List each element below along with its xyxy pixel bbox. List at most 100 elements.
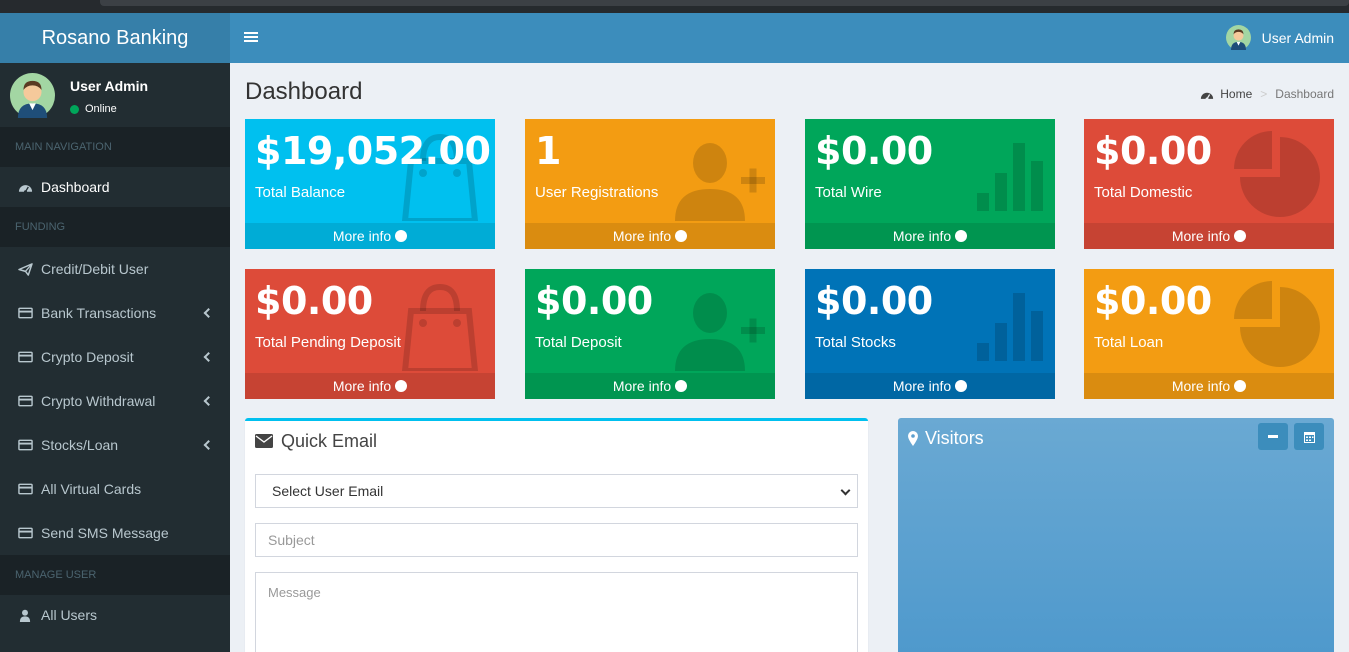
visitors-header: Visitors [908, 428, 984, 449]
sidebar-item-crypto-withdrawal[interactable]: Crypto Withdrawal [0, 379, 230, 423]
sidebar-item-label: Bank Transactions [41, 305, 157, 321]
credit-card-icon [17, 482, 33, 496]
sidebar-item-bank-transactions[interactable]: Bank Transactions [0, 291, 230, 335]
stat-label: Total Domestic [1094, 184, 1193, 201]
breadcrumb: Home > Dashboard [1200, 87, 1334, 101]
date-range-button[interactable] [1294, 423, 1324, 450]
map-marker-icon [908, 431, 918, 446]
more-info-label: More info [332, 378, 392, 394]
stat-box-total-domestic: $0.00 Total Domestic More info [1084, 119, 1334, 249]
more-info-label: More info [332, 228, 392, 244]
stat-value: 1 [535, 129, 561, 173]
stat-value: $0.00 [255, 279, 373, 323]
bar-chart-icon [977, 143, 1043, 211]
top-navbar: User Admin [230, 13, 1349, 63]
sidebar-item-all-virtual-cards[interactable]: All Virtual Cards [0, 467, 230, 511]
arrow-circle-right-icon [955, 380, 968, 392]
stat-box-total-wire: $0.00 Total Wire More info [805, 119, 1055, 249]
visitors-title: Visitors [925, 428, 984, 448]
stat-box-total-stocks: $0.00 Total Stocks More info [805, 269, 1055, 399]
stat-box-total-balance: $19,052.00 Total Balance More info [245, 119, 495, 249]
sidebar-item-label: Dashboard [41, 179, 110, 195]
more-info-link[interactable]: More info [245, 223, 495, 249]
online-status: Online [70, 103, 117, 115]
chevron-left-icon [203, 352, 214, 362]
section-header-main: MAIN NAVIGATION [0, 127, 230, 167]
calendar-icon [1303, 431, 1315, 443]
stat-box-total-loan: $0.00 Total Loan More info [1084, 269, 1334, 399]
more-info-link[interactable]: More info [805, 373, 1055, 399]
pie-chart-icon [1234, 281, 1320, 367]
dashboard-icon [1201, 92, 1214, 100]
sidebar-item-crypto-deposit[interactable]: Crypto Deposit [0, 335, 230, 379]
user-email-select[interactable]: Select User Email [255, 474, 858, 508]
pie-chart-icon [1234, 131, 1320, 217]
sidebar-item-all-users[interactable]: All Users [0, 595, 230, 635]
browser-top-strip [0, 0, 1349, 13]
app-logo[interactable]: Rosano Banking [0, 13, 230, 63]
sidebar-toggle-icon[interactable] [244, 30, 258, 44]
chevron-left-icon [203, 308, 214, 318]
credit-card-icon [17, 394, 33, 408]
navbar-user-menu[interactable]: User Admin [1225, 25, 1334, 50]
avatar-icon [10, 73, 55, 118]
sidebar-item-label: Crypto Deposit [41, 349, 134, 365]
sidebar-item-credit-debit-user[interactable]: Credit/Debit User [0, 247, 230, 291]
credit-card-icon [17, 526, 33, 540]
credit-card-icon [17, 438, 33, 452]
minus-icon [1268, 435, 1278, 438]
credit-card-icon [17, 306, 33, 320]
arrow-circle-right-icon [1234, 230, 1247, 242]
sidebar-item-label: Send SMS Message [41, 525, 169, 541]
online-dot-icon [70, 104, 79, 114]
stat-value: $0.00 [815, 279, 933, 323]
breadcrumb-home-link[interactable]: Home [1220, 87, 1252, 101]
sidebar-item-send-sms-message[interactable]: Send SMS Message [0, 511, 230, 555]
stat-value: $0.00 [1094, 129, 1212, 173]
avatar-icon [1225, 25, 1251, 50]
stat-label: Total Deposit [535, 334, 622, 351]
user-email-select-value: Select User Email [272, 483, 384, 499]
stat-label: Total Stocks [815, 334, 896, 351]
page-title: Dashboard [245, 78, 363, 105]
more-info-link[interactable]: More info [1084, 373, 1334, 399]
more-info-label: More info [612, 378, 672, 394]
arrow-circle-right-icon [675, 230, 688, 242]
sidebar-item-label: All Virtual Cards [41, 481, 142, 497]
stat-box-user-registrations: 1 User Registrations More info [525, 119, 775, 249]
more-info-link[interactable]: More info [525, 373, 775, 399]
more-info-link[interactable]: More info [805, 223, 1055, 249]
message-textarea[interactable]: Message [255, 572, 858, 652]
navbar-user-name: User Admin [1261, 29, 1334, 46]
chevron-left-icon [203, 440, 214, 450]
shopping-bag-icon [401, 283, 479, 371]
stat-box-total-deposit: $0.00 Total Deposit More info [525, 269, 775, 399]
sidebar-item-stocks-loan[interactable]: Stocks/Loan [0, 423, 230, 467]
visitors-box: Visitors [898, 418, 1334, 652]
sidebar-item-label: Credit/Debit User [41, 261, 149, 277]
stat-box-total-pending-deposit: $0.00 Total Pending Deposit More info [245, 269, 495, 399]
arrow-circle-right-icon [955, 230, 968, 242]
sidebar-item-dashboard[interactable]: Dashboard [0, 167, 230, 207]
more-info-link[interactable]: More info [245, 373, 495, 399]
stat-label: Total Pending Deposit [255, 334, 401, 351]
subject-input[interactable]: Subject [255, 523, 858, 557]
stat-label: Total Loan [1094, 334, 1164, 351]
stat-value: $0.00 [1094, 279, 1212, 323]
more-info-link[interactable]: More info [1084, 223, 1334, 249]
stat-value: $0.00 [815, 129, 933, 173]
online-status-label: Online [85, 103, 117, 115]
stat-value: $0.00 [535, 279, 653, 323]
user-icon [17, 608, 33, 622]
arrow-circle-right-icon [675, 380, 688, 392]
sidebar-item-label: All Users [41, 607, 98, 623]
bar-chart-icon [977, 293, 1043, 361]
section-header-funding: FUNDING [0, 207, 230, 247]
collapse-button[interactable] [1258, 423, 1288, 450]
stat-label: Total Wire [815, 184, 882, 201]
more-info-link[interactable]: More info [525, 223, 775, 249]
more-info-label: More info [1171, 228, 1231, 244]
arrow-circle-right-icon [1234, 380, 1247, 392]
more-info-label: More info [1171, 378, 1231, 394]
more-info-label: More info [892, 228, 952, 244]
